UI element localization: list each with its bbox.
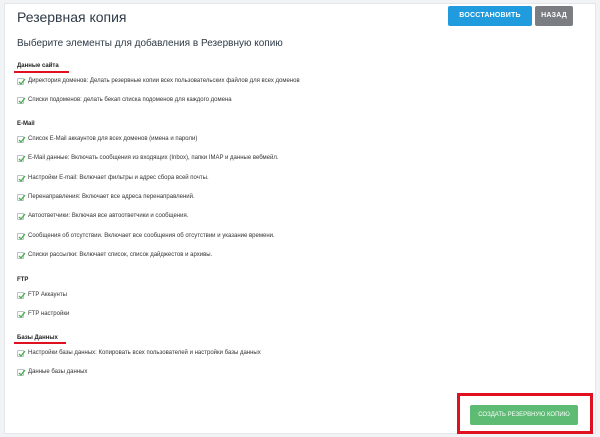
checkbox-label: FTP настройки — [28, 311, 70, 317]
checkbox-checked-icon[interactable] — [17, 96, 26, 104]
checkbox-item-ftp-settings[interactable]: FTP настройки — [17, 309, 69, 319]
checkbox-checked-icon[interactable] — [17, 368, 26, 376]
create-backup-button[interactable]: СОЗДАТЬ РЕЗЕРВНУЮ КОПИЮ — [470, 405, 578, 425]
checkbox-checked-icon[interactable] — [17, 232, 26, 240]
checkbox-checked-icon[interactable] — [17, 135, 26, 143]
checkbox-item-mailing-lists[interactable]: Списки рассылки: Включает список, список… — [17, 250, 212, 260]
checkbox-item-db-data[interactable]: Данные базы данных — [17, 367, 87, 377]
checkbox-checked-icon[interactable] — [17, 212, 26, 220]
section-title-databases: Базы Данных — [17, 335, 58, 341]
checkbox-item-autoresponders[interactable]: Автоответчики: Включая все автоответчики… — [17, 211, 188, 221]
checkbox-label: Директория доменов: Делать резервные коп… — [28, 78, 300, 84]
section-title-ftp: FTP — [17, 277, 29, 283]
checkbox-checked-icon[interactable] — [17, 310, 26, 318]
checkbox-item-subdomains[interactable]: Списки подоменов: делать бекап списка по… — [17, 95, 232, 105]
checkbox-checked-icon[interactable] — [17, 251, 26, 259]
checkbox-item-email-accounts[interactable]: Список E-Mail аккаунтов для всех доменов… — [17, 134, 197, 144]
section-underline-site — [14, 71, 69, 73]
checkbox-item-forwarders[interactable]: Перенаправления: Включает все адреса пер… — [17, 192, 195, 202]
checkbox-item-ftp-accounts[interactable]: FTP Аккаунты — [17, 290, 67, 300]
checkbox-label: Настройки базы данных: Копировать всех п… — [28, 350, 261, 356]
page-title: Резервная копия — [17, 9, 127, 25]
checkbox-checked-icon[interactable] — [17, 291, 26, 299]
checkbox-label: E-Mail данные: Включать сообщения из вхо… — [28, 155, 279, 161]
checkbox-item-db-settings[interactable]: Настройки базы данных: Копировать всех п… — [17, 348, 261, 358]
checkbox-item-vacation[interactable]: Сообщения об отсутствии. Включает все со… — [17, 231, 275, 241]
checkbox-label: FTP Аккаунты — [28, 292, 67, 298]
section-underline-databases — [14, 342, 66, 344]
checkbox-item-domains[interactable]: Директория доменов: Делать резервные коп… — [17, 76, 300, 86]
restore-backup-button[interactable]: ВОССТАНОВИТЬ БЕКАП — [448, 6, 532, 39]
checkbox-checked-icon[interactable] — [17, 193, 26, 201]
checkbox-label: Список E-Mail аккаунтов для всех доменов… — [28, 136, 198, 142]
back-button[interactable]: НАЗАД — [535, 6, 573, 26]
checkbox-label: Автоответчики: Включая все автоответчики… — [28, 213, 189, 219]
checkbox-label: Списки рассылки: Включает список, список… — [28, 252, 213, 258]
checkbox-label: Сообщения об отсутствии. Включает все со… — [28, 233, 275, 239]
checkbox-label: Списки подоменов: делать бекап списка по… — [28, 97, 232, 103]
checkbox-label: Данные базы данных — [28, 369, 88, 375]
checkbox-label: Настройки E-mail: Включает фильтры и адр… — [28, 175, 209, 181]
section-title-site: Данные сайта — [17, 63, 59, 69]
section-title-email: E-Mail — [17, 121, 35, 127]
checkbox-checked-icon[interactable] — [17, 154, 26, 162]
checkbox-item-email-data[interactable]: E-Mail данные: Включать сообщения из вхо… — [17, 153, 279, 163]
checkbox-label: Перенаправления: Включает все адреса пер… — [28, 194, 195, 200]
page-subtitle: Выберите элементы для добавления в Резер… — [17, 38, 283, 49]
checkbox-checked-icon[interactable] — [17, 77, 26, 85]
checkbox-checked-icon[interactable] — [17, 349, 26, 357]
checkbox-item-email-settings[interactable]: Настройки E-mail: Включает фильтры и адр… — [17, 173, 209, 183]
checkbox-checked-icon[interactable] — [17, 174, 26, 182]
